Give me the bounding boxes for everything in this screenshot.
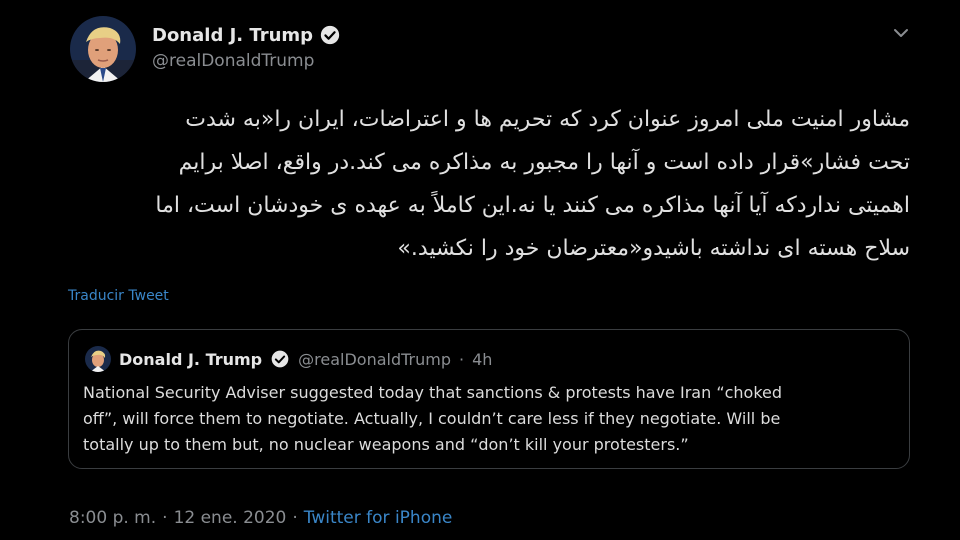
- quoted-author-name: Donald J. Trump: [119, 349, 263, 369]
- quoted-avatar: [85, 346, 111, 372]
- separator-dot: ·: [459, 349, 465, 369]
- translate-tweet-link[interactable]: Traducir Tweet: [68, 288, 169, 304]
- quoted-text-line: off”, will force them to negotiate. Actu…: [83, 409, 781, 428]
- separator-dot: ·: [162, 508, 168, 528]
- tweet-date[interactable]: 12 ene. 2020: [174, 508, 287, 528]
- tweet-text-line: تحت فشار»قرار داده است و آنها را مجبور ب…: [178, 150, 910, 175]
- separator-dot: ·: [292, 508, 298, 528]
- quoted-tweet-header: Donald J. Trump @realDonaldTrump · 4h: [85, 346, 492, 372]
- quoted-author-handle: @realDonaldTrump: [298, 349, 451, 369]
- chevron-down-icon[interactable]: [892, 26, 910, 40]
- quoted-tweet-text: National Security Adviser suggested toda…: [83, 380, 893, 458]
- quoted-text-line: totally up to them but, no nuclear weapo…: [83, 435, 689, 454]
- verified-badge-icon: [320, 25, 340, 45]
- tweet-text-line: مشاور امنیت ملی امروز عنوان کرد که تحریم…: [185, 107, 910, 132]
- tweet-meta: 8:00 p. m. · 12 ene. 2020 · Twitter for …: [69, 508, 452, 528]
- tweet-text-line: اهمیتی نداردکه آیا آنها مذاکره می کنند ی…: [155, 193, 910, 218]
- avatar[interactable]: [70, 16, 136, 82]
- tweet-card: Donald J. Trump @realDonaldTrump مشاور ا…: [0, 0, 960, 540]
- quoted-text-line: National Security Adviser suggested toda…: [83, 383, 783, 402]
- author-handle[interactable]: @realDonaldTrump: [152, 51, 314, 71]
- quoted-tweet[interactable]: Donald J. Trump @realDonaldTrump · 4h Na…: [68, 329, 910, 469]
- author-name-row[interactable]: Donald J. Trump: [152, 24, 341, 46]
- tweet-source-link[interactable]: Twitter for iPhone: [304, 508, 453, 528]
- tweet-time[interactable]: 8:00 p. m.: [69, 508, 156, 528]
- tweet-text-line: سلاح هسته ای نداشته باشیدو«معترضان خود ر…: [397, 236, 910, 261]
- author-name[interactable]: Donald J. Trump: [152, 25, 313, 46]
- tweet-text: مشاور امنیت ملی امروز عنوان کرد که تحریم…: [60, 98, 910, 270]
- verified-badge-icon: [271, 350, 289, 368]
- quoted-age: 4h: [472, 349, 493, 369]
